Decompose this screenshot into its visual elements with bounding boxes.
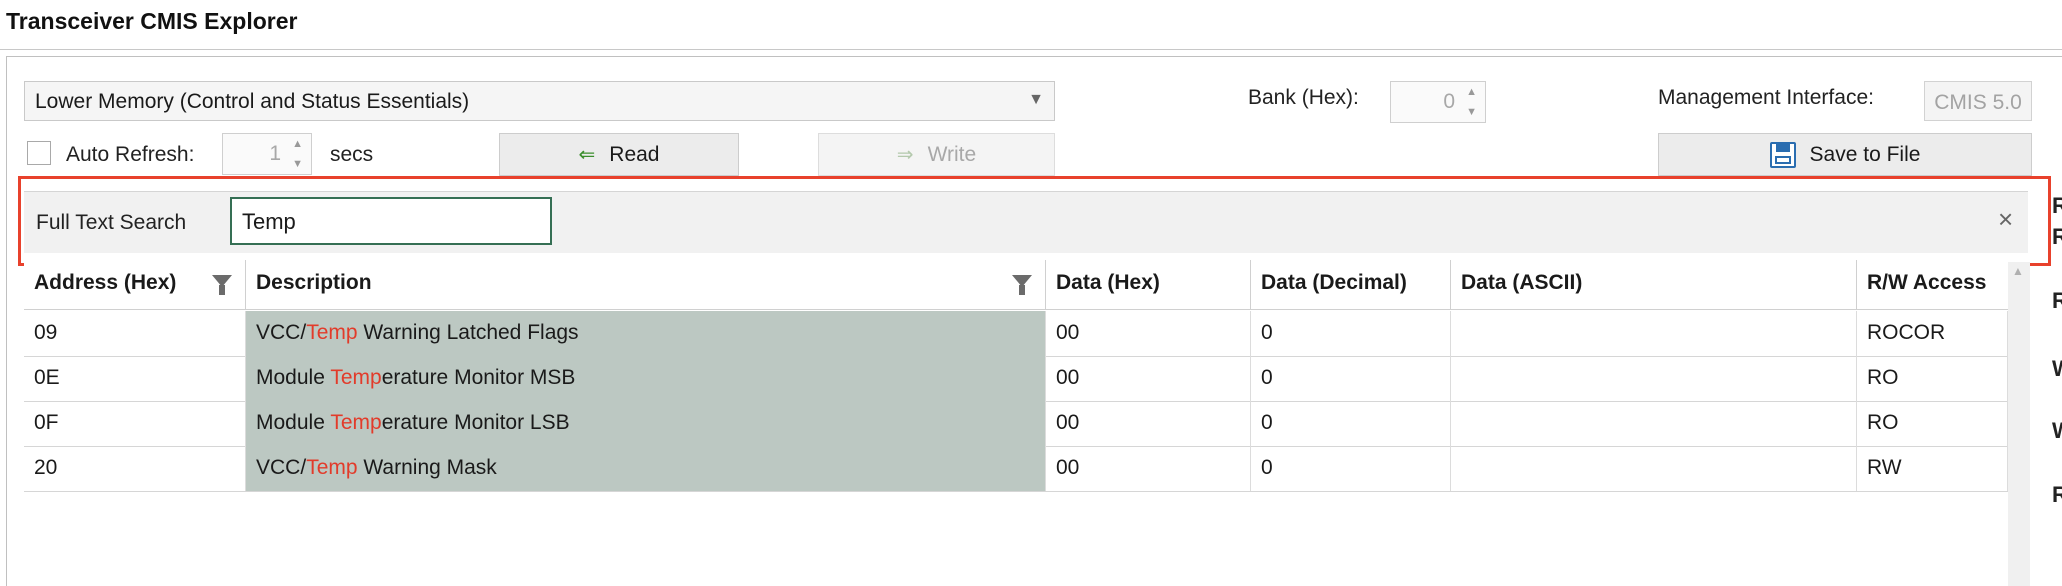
- secs-label: secs: [330, 143, 374, 166]
- cell-data-ascii: [1451, 311, 1857, 356]
- column-header-rw-access[interactable]: R/W Access: [1857, 260, 2008, 310]
- read-button[interactable]: ⇐ Read: [499, 133, 739, 176]
- cell-description: VCC/Temp Warning Mask: [246, 446, 1046, 491]
- auto-refresh-label: Auto Refresh:: [66, 143, 195, 166]
- cell-address: 09: [24, 311, 246, 356]
- cell-address: 0F: [24, 401, 246, 446]
- stepper-up-icon[interactable]: ▲: [1466, 86, 1477, 98]
- table-row[interactable]: 20 VCC/Temp Warning Mask 00 0 RW: [24, 446, 2008, 492]
- stepper-up-icon[interactable]: ▲: [292, 138, 303, 150]
- table-row[interactable]: 09 VCC/Temp Warning Latched Flags 00 0 R…: [24, 311, 2008, 357]
- save-to-file-button[interactable]: Save to File: [1658, 133, 2032, 176]
- stepper-down-icon[interactable]: ▼: [292, 158, 303, 170]
- cell-description: Module Temperature Monitor LSB: [246, 401, 1046, 446]
- refresh-interval-value: 1: [269, 142, 281, 165]
- search-match: Temp: [306, 321, 358, 344]
- cell-rw-access: RW: [1857, 446, 2008, 491]
- cell-data-hex: 00: [1046, 311, 1251, 356]
- cell-address: 0E: [24, 356, 246, 401]
- arrow-right-icon: ⇒: [896, 144, 914, 166]
- table-row[interactable]: 0E Module Temperature Monitor MSB 00 0 R…: [24, 356, 2008, 402]
- column-header-data-decimal[interactable]: Data (Decimal): [1251, 260, 1451, 310]
- search-match: Temp: [330, 366, 382, 389]
- cell-data-ascii: [1451, 446, 1857, 491]
- bank-value: 0: [1443, 90, 1455, 113]
- management-interface-value: CMIS 5.0: [1924, 81, 2032, 121]
- read-button-label: Read: [609, 142, 660, 166]
- memory-page-select-value: Lower Memory (Control and Status Essenti…: [35, 90, 470, 113]
- write-button-label: Write: [927, 142, 977, 166]
- filter-icon[interactable]: [1012, 275, 1032, 295]
- column-header-address[interactable]: Address (Hex): [24, 260, 246, 310]
- window-title: Transceiver CMIS Explorer: [6, 8, 298, 34]
- grid-header: Address (Hex) Description Data (Hex) Dat…: [24, 260, 2008, 310]
- memory-page-select[interactable]: Lower Memory (Control and Status Essenti…: [24, 81, 1055, 121]
- cell-address: 20: [24, 446, 246, 491]
- stepper-down-icon[interactable]: ▼: [1466, 106, 1477, 118]
- cell-rw-access: RO: [1857, 356, 2008, 401]
- side-panel-letter: R: [2052, 288, 2062, 313]
- save-button-label: Save to File: [1809, 142, 1921, 166]
- side-panel-letter: W: [2052, 418, 2062, 444]
- cell-data-ascii: [1451, 356, 1857, 401]
- side-panel-letter: R: [2052, 224, 2062, 249]
- cell-data-decimal: 0: [1251, 401, 1451, 446]
- search-match: Temp: [306, 456, 358, 479]
- content-frame-top: [6, 56, 2062, 57]
- side-panel-letter: R: [2052, 193, 2062, 218]
- cell-data-hex: 00: [1046, 356, 1251, 401]
- cell-rw-access: RO: [1857, 401, 2008, 446]
- cell-description: VCC/Temp Warning Latched Flags: [246, 311, 1046, 356]
- cell-description: Module Temperature Monitor MSB: [246, 356, 1046, 401]
- column-header-description[interactable]: Description: [246, 260, 1046, 310]
- column-header-data-ascii[interactable]: Data (ASCII): [1451, 260, 1857, 310]
- side-panel-letter: W: [2052, 356, 2062, 382]
- arrow-left-icon: ⇐: [578, 144, 596, 166]
- bank-stepper[interactable]: 0 ▲ ▼: [1390, 81, 1486, 123]
- bank-label: Bank (Hex):: [1248, 86, 1359, 109]
- search-highlight-outline: [18, 176, 2051, 266]
- refresh-interval-stepper[interactable]: 1 ▲ ▼: [222, 133, 312, 175]
- content-frame-left: [6, 56, 7, 586]
- filter-icon[interactable]: [212, 275, 232, 295]
- cell-data-hex: 00: [1046, 401, 1251, 446]
- cell-data-decimal: 0: [1251, 311, 1451, 356]
- column-header-data-hex[interactable]: Data (Hex): [1046, 260, 1251, 310]
- save-icon: [1769, 141, 1796, 168]
- cell-data-decimal: 0: [1251, 356, 1451, 401]
- search-match: Temp: [330, 411, 382, 434]
- auto-refresh-checkbox[interactable]: [27, 141, 51, 165]
- cell-data-ascii: [1451, 401, 1857, 446]
- cell-rw-access: ROCOR: [1857, 311, 2008, 356]
- cell-data-hex: 00: [1046, 446, 1251, 491]
- write-button[interactable]: ⇒ Write: [818, 133, 1055, 176]
- table-row[interactable]: 0F Module Temperature Monitor LSB 00 0 R…: [24, 401, 2008, 447]
- title-divider: [0, 49, 2062, 50]
- scroll-up-icon[interactable]: ▲: [2012, 264, 2024, 278]
- grid-vertical-scrollbar[interactable]: ▲: [2008, 262, 2030, 586]
- side-panel-letter: R: [2052, 482, 2062, 507]
- cell-data-decimal: 0: [1251, 446, 1451, 491]
- chevron-down-icon: ▼: [1028, 91, 1044, 108]
- management-interface-label: Management Interface:: [1658, 86, 1874, 109]
